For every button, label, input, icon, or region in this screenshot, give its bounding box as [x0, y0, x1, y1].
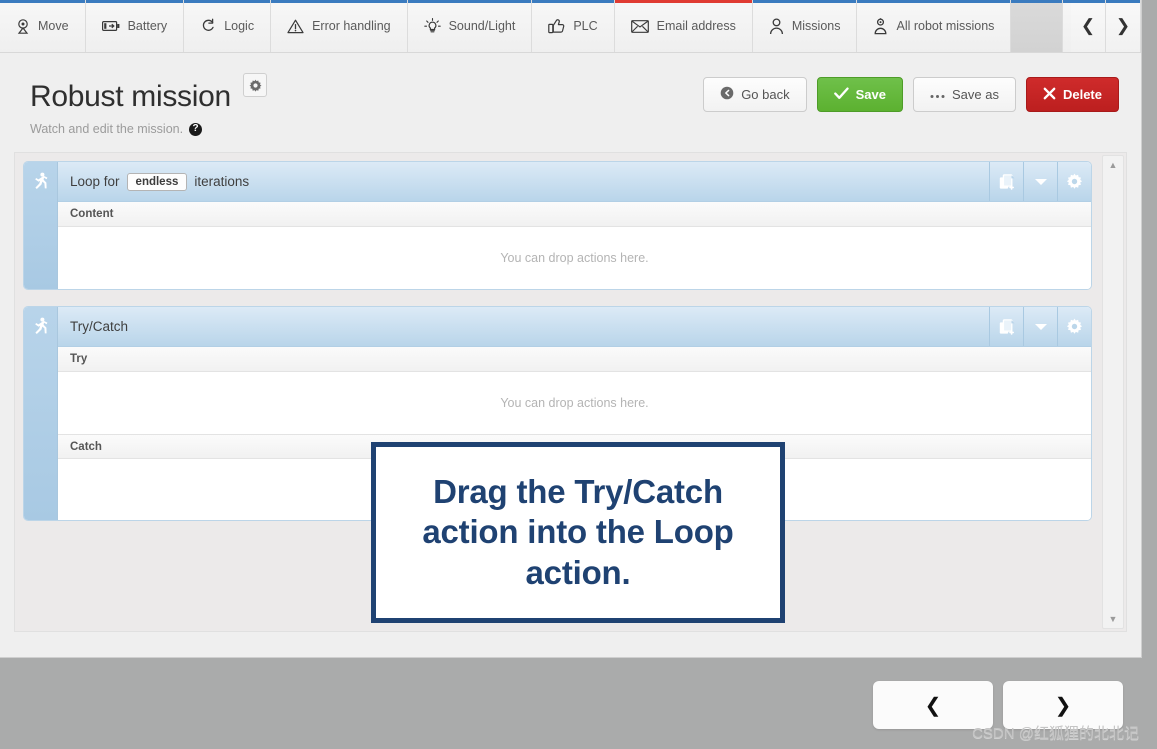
delete-button[interactable]: Delete: [1025, 77, 1119, 112]
dropzone-placeholder: You can drop actions here.: [500, 251, 649, 266]
tabstrip-prev-button[interactable]: ❮: [1071, 0, 1106, 52]
loop-title-prefix: Loop for: [70, 174, 120, 190]
scroll-down-arrow-icon[interactable]: ▼: [1103, 610, 1123, 628]
go-back-label: Go back: [741, 87, 790, 102]
check-icon: [833, 86, 849, 103]
tab-label: Email address: [656, 18, 736, 33]
envelope-icon: [630, 19, 649, 33]
duplicate-icon[interactable]: [989, 307, 1023, 347]
go-back-button[interactable]: Go back: [703, 77, 807, 112]
tab-battery[interactable]: Battery: [85, 0, 185, 52]
gear-icon[interactable]: [243, 73, 268, 97]
page-subtitle: Watch and edit the mission. ?: [30, 122, 267, 136]
card-tools: [989, 307, 1091, 347]
bottom-bar: ❮ ❯ CSDN @红狐狸的北北记: [0, 658, 1157, 749]
card-title-row: Try/Catch: [58, 307, 1091, 348]
save-button[interactable]: Save: [816, 77, 903, 112]
page-title-row: Robust mission: [30, 73, 268, 114]
duplicate-icon[interactable]: [989, 162, 1023, 202]
card-title-row: Loop for endless iterations: [58, 162, 1091, 203]
tab-label: Battery: [127, 18, 168, 33]
chevron-down-icon[interactable]: [1023, 162, 1057, 202]
person-icon: [769, 17, 784, 35]
try-catch-title: Try/Catch: [70, 319, 129, 335]
card-title: Try/Catch: [70, 319, 989, 334]
tab-label: Missions: [791, 18, 841, 33]
tab-all-robot-missions[interactable]: All robot missions: [857, 0, 1012, 52]
instruction-callout: Drag the Try/Catch action into the Loop …: [371, 442, 785, 623]
page-subtitle-text: Watch and edit the mission.: [30, 122, 184, 137]
save-as-button[interactable]: Save as: [912, 77, 1016, 112]
dropzone-loop-content[interactable]: You can drop actions here.: [58, 227, 1091, 290]
tab-move[interactable]: Move: [0, 0, 86, 52]
location-pin-icon: [16, 18, 30, 34]
dropzone-placeholder: You can drop actions here.: [500, 396, 649, 411]
tab-label: Sound/Light: [448, 18, 516, 33]
instruction-callout-text: Drag the Try/Catch action into the Loop …: [422, 473, 734, 591]
thumbs-up-icon: [548, 18, 565, 34]
save-label: Save: [855, 87, 886, 102]
gear-icon[interactable]: [1057, 307, 1091, 347]
scroll-up-arrow-icon[interactable]: ▲: [1103, 156, 1123, 174]
page-header: Robust mission Watch and edit the missio…: [0, 53, 1141, 146]
lightbulb-icon: [423, 17, 441, 35]
tabstrip-next-button[interactable]: ❯: [1106, 0, 1141, 52]
save-as-label: Save as: [951, 87, 999, 102]
tab-label: All robot missions: [896, 18, 995, 33]
section-label-content: Content: [58, 202, 1091, 228]
close-icon: [1043, 87, 1056, 103]
robot-person-icon: [873, 17, 888, 35]
dropzone-try[interactable]: You can drop actions here.: [58, 372, 1091, 435]
running-person-icon[interactable]: [24, 307, 58, 521]
chevron-down-icon[interactable]: [1023, 307, 1057, 347]
card-tools: [989, 162, 1091, 202]
header-actions: Go back Save Save as Delete: [703, 71, 1119, 112]
tab-plc[interactable]: PLC: [532, 0, 615, 52]
card-title: Loop for endless iterations: [70, 172, 989, 191]
tabstrip-spacer: [1063, 0, 1071, 52]
tab-blank-placeholder[interactable]: [1011, 0, 1064, 52]
watermark: CSDN @红狐狸的北北记: [972, 725, 1139, 742]
action-card-loop[interactable]: Loop for endless iterations Content You …: [23, 161, 1092, 291]
tab-label: Logic: [224, 18, 255, 33]
ellipsis-icon: [930, 87, 945, 102]
gear-icon[interactable]: [1057, 162, 1091, 202]
vertical-scrollbar[interactable]: ▲ ▼: [1102, 155, 1124, 630]
running-person-icon[interactable]: [24, 162, 58, 290]
battery-icon: [101, 20, 120, 32]
tab-label: Error handling: [312, 18, 391, 33]
action-category-tabstrip: Move Battery Logic Error handling Sound/: [0, 0, 1141, 53]
loop-iterations-value[interactable]: endless: [126, 172, 188, 191]
tab-missions[interactable]: Missions: [752, 0, 858, 52]
page-title: Robust mission: [30, 80, 231, 114]
loop-title-suffix: iterations: [194, 174, 250, 190]
help-icon[interactable]: ?: [189, 122, 203, 136]
tab-email-address[interactable]: Email address: [614, 0, 753, 52]
tab-error-handling[interactable]: Error handling: [271, 0, 408, 52]
card-body: Loop for endless iterations Content You …: [58, 162, 1091, 290]
title-block: Robust mission Watch and edit the missio…: [30, 71, 268, 136]
loop-arrow-icon: [200, 18, 216, 34]
tab-sound-light[interactable]: Sound/Light: [407, 0, 533, 52]
tab-label: PLC: [573, 18, 598, 33]
delete-label: Delete: [1062, 87, 1102, 102]
warning-triangle-icon: [287, 19, 304, 34]
back-circle-icon: [720, 86, 734, 103]
tab-label: Move: [38, 18, 69, 33]
section-label-try: Try: [58, 347, 1091, 373]
tab-logic[interactable]: Logic: [184, 0, 272, 52]
